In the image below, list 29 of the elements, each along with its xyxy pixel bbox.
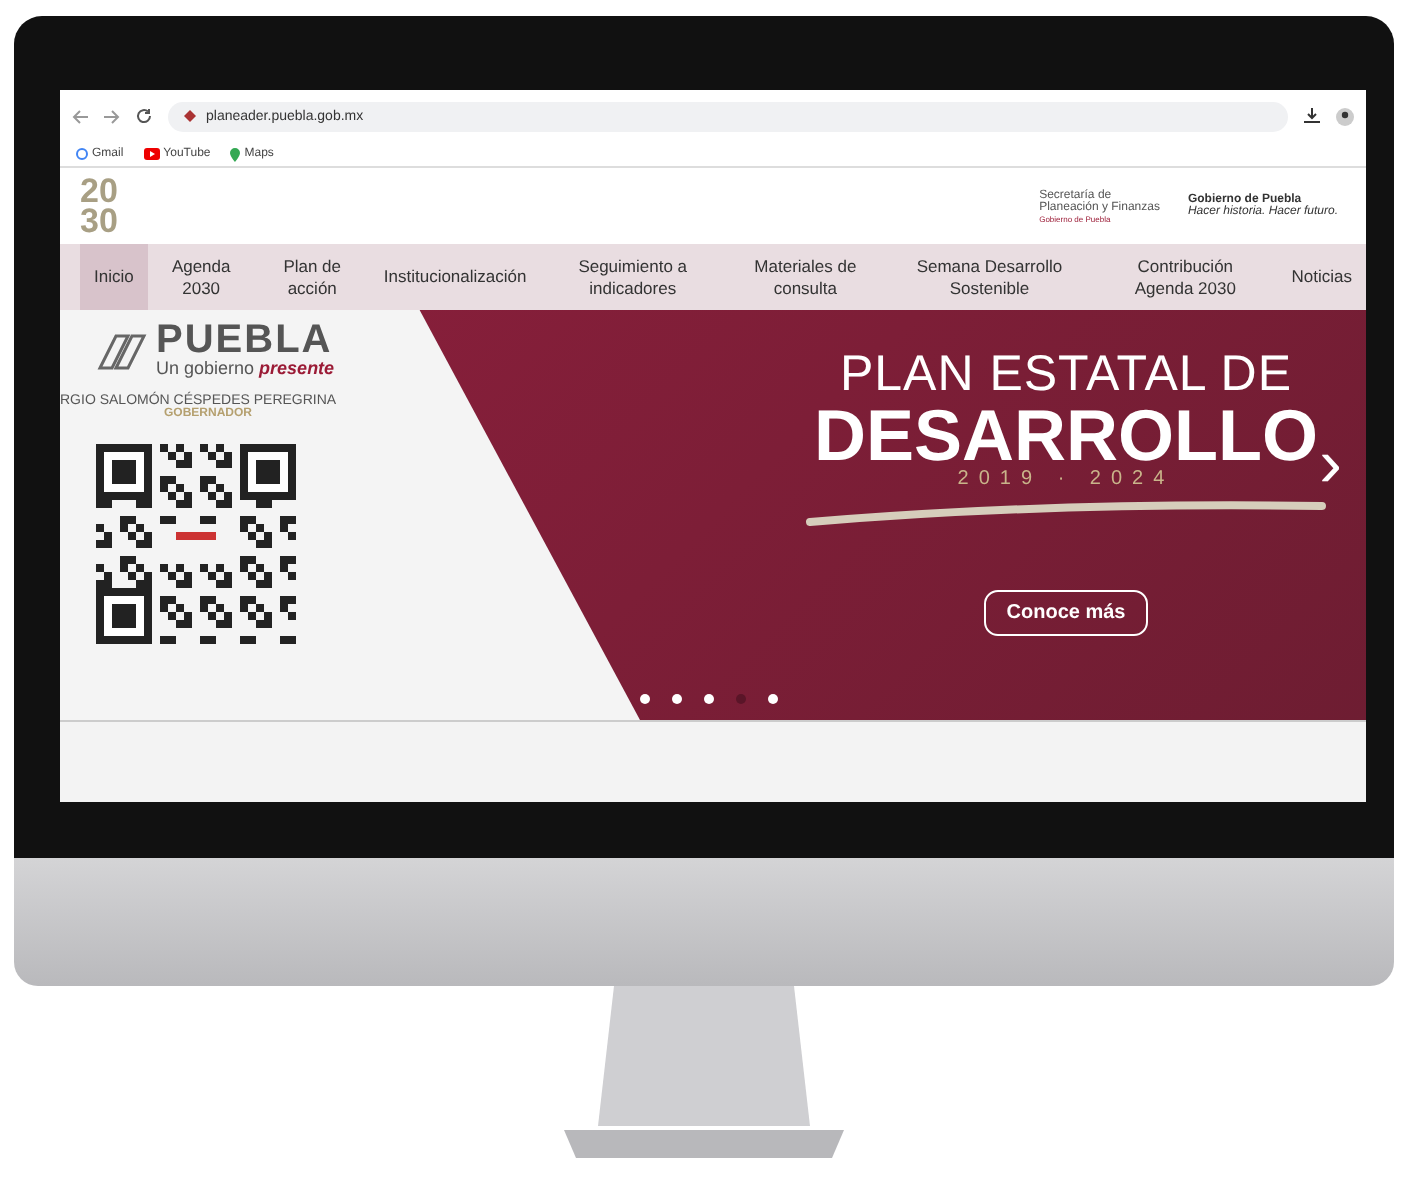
- nav-tab[interactable]: Semana Desarrollo Sostenible: [885, 244, 1094, 310]
- forward-icon[interactable]: [104, 109, 120, 123]
- nav-tab[interactable]: Noticias: [1277, 244, 1366, 310]
- nav-tab[interactable]: Seguimiento a indicadores: [540, 244, 725, 310]
- carousel-dot[interactable]: [672, 694, 682, 704]
- carousel-dot[interactable]: [704, 694, 714, 704]
- banner-years: 2019 · 2024: [957, 468, 1175, 490]
- brand-name: PUEBLA: [156, 322, 335, 358]
- nav-tab[interactable]: Plan de acción: [254, 244, 370, 310]
- profile-icon[interactable]: [1336, 107, 1354, 125]
- carousel-dot[interactable]: [768, 694, 778, 704]
- carousel-dot[interactable]: [736, 694, 746, 704]
- conoce-button[interactable]: Conoce más: [984, 590, 1148, 636]
- banner-title: PLAN ESTATAL DE: [839, 346, 1293, 404]
- nav-tab[interactable]: Contribución Agenda 2030: [1093, 244, 1278, 310]
- back-icon[interactable]: [72, 109, 88, 123]
- banner-headline: DESARROLLO: [814, 404, 1318, 468]
- nav-tab[interactable]: Materiales de consulta: [724, 244, 886, 310]
- tagline: Un gobierno presente: [156, 358, 335, 378]
- nav-tab[interactable]: Agenda 2030: [147, 244, 255, 310]
- nav-tab[interactable]: Inicio: [80, 244, 148, 310]
- play-icon: [143, 148, 160, 160]
- agenda-logo: 20 30: [80, 176, 118, 236]
- map-pin-icon: [230, 147, 241, 161]
- carousel-dot[interactable]: [640, 694, 650, 704]
- nav-tab[interactable]: Institucionalización: [369, 244, 541, 310]
- site-icon: [184, 110, 196, 122]
- reload-icon[interactable]: [136, 108, 152, 124]
- download-icon[interactable]: [1304, 108, 1320, 124]
